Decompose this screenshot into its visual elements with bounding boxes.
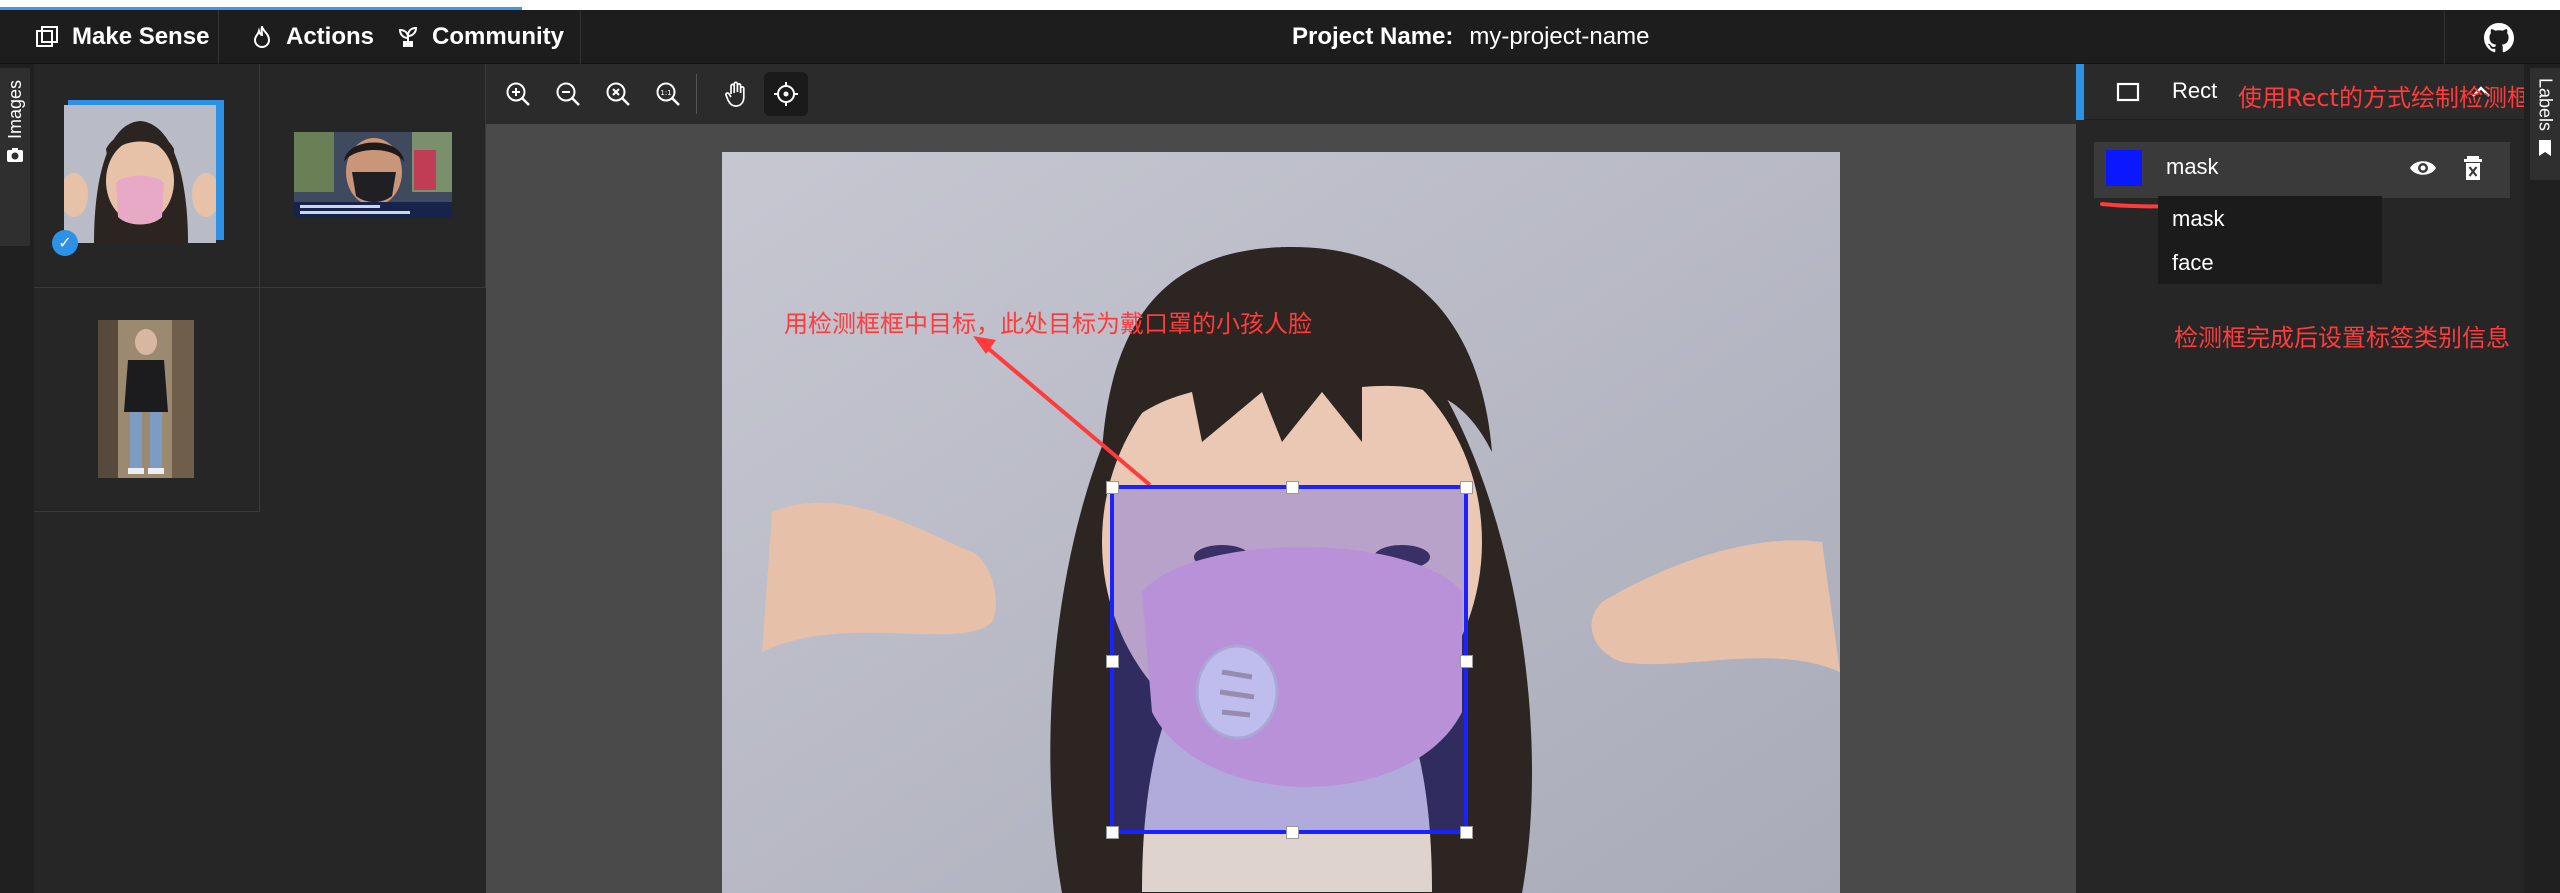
resize-handle[interactable] — [1286, 826, 1299, 839]
delete-icon[interactable] — [2458, 153, 2488, 183]
right-rail: Labels — [2524, 64, 2560, 893]
logo-icon — [36, 26, 58, 47]
resize-handle[interactable] — [1460, 655, 1473, 668]
project-name-label: Project Name: — [1292, 23, 1454, 50]
nav-divider — [2444, 10, 2445, 64]
eye-icon[interactable] — [2408, 153, 2438, 183]
dropdown-option-mask[interactable]: mask — [2172, 206, 2225, 232]
labels-tab-label: Labels — [2535, 78, 2556, 132]
thumbnail-empty — [260, 288, 486, 512]
annotation-rect-note: 使用Rect的方式绘制检测框 — [2238, 84, 2531, 112]
label-row — [2094, 142, 2510, 198]
resize-handle[interactable] — [1286, 481, 1299, 494]
check-icon: ✓ — [52, 230, 78, 256]
camera-icon — [7, 148, 23, 163]
resize-handle[interactable] — [1106, 481, 1119, 494]
thumbnail-girl-mask — [64, 105, 216, 243]
bounding-box[interactable] — [1106, 481, 1473, 839]
label-color-swatch[interactable] — [2106, 150, 2142, 186]
top-navigation-bar: Make Sense Actions Community Project Nam… — [0, 10, 2560, 64]
images-tab-label: Images — [4, 80, 25, 140]
resize-handle[interactable] — [1460, 481, 1473, 494]
resize-handle[interactable] — [1460, 826, 1473, 839]
thumbnail-item[interactable]: ✓ — [34, 64, 260, 288]
tag-icon — [2539, 140, 2551, 157]
active-tab-indicator — [2076, 64, 2084, 120]
left-rail: Images — [0, 64, 34, 893]
image-list: ✓ — [34, 64, 486, 893]
project-name: Project Name: my-project-name — [1292, 10, 1649, 64]
label-dropdown: mask face — [2158, 196, 2382, 284]
nav-community-label: Community — [432, 23, 564, 50]
nav-actions[interactable]: Actions — [252, 10, 374, 64]
flame-icon — [253, 26, 271, 48]
plant-icon — [398, 26, 418, 47]
project-name-input[interactable]: my-project-name — [1469, 23, 1649, 51]
github-icon[interactable] — [2484, 23, 2514, 53]
annotation-label-note: 检测框完成后设置标签类别信息 — [2174, 324, 2510, 352]
thumbnail-item[interactable] — [34, 288, 260, 512]
rectangle-icon — [2116, 82, 2140, 102]
brand[interactable]: Make Sense — [36, 10, 209, 64]
dropdown-option-face[interactable]: face — [2172, 250, 2214, 276]
resize-handle[interactable] — [1106, 655, 1119, 668]
nav-actions-label: Actions — [286, 23, 375, 50]
thumbnail-person-street — [98, 320, 194, 478]
nav-divider — [580, 10, 581, 64]
label-select[interactable]: mask — [2166, 154, 2219, 180]
thumbnail-item[interactable] — [260, 64, 486, 288]
annotation-bbox-note: 用检测框框中目标，此处目标为戴口罩的小孩人脸 — [784, 310, 1312, 338]
brand-name: Make Sense — [72, 23, 210, 50]
images-tab[interactable]: Images — [0, 68, 30, 246]
nav-divider — [218, 10, 219, 64]
labels-tab[interactable]: Labels — [2530, 68, 2560, 180]
thumbnail-woman-mask — [294, 132, 452, 218]
resize-handle[interactable] — [1106, 826, 1119, 839]
labels-panel-title: Rect — [2172, 78, 2218, 103]
nav-community[interactable]: Community — [398, 10, 564, 64]
